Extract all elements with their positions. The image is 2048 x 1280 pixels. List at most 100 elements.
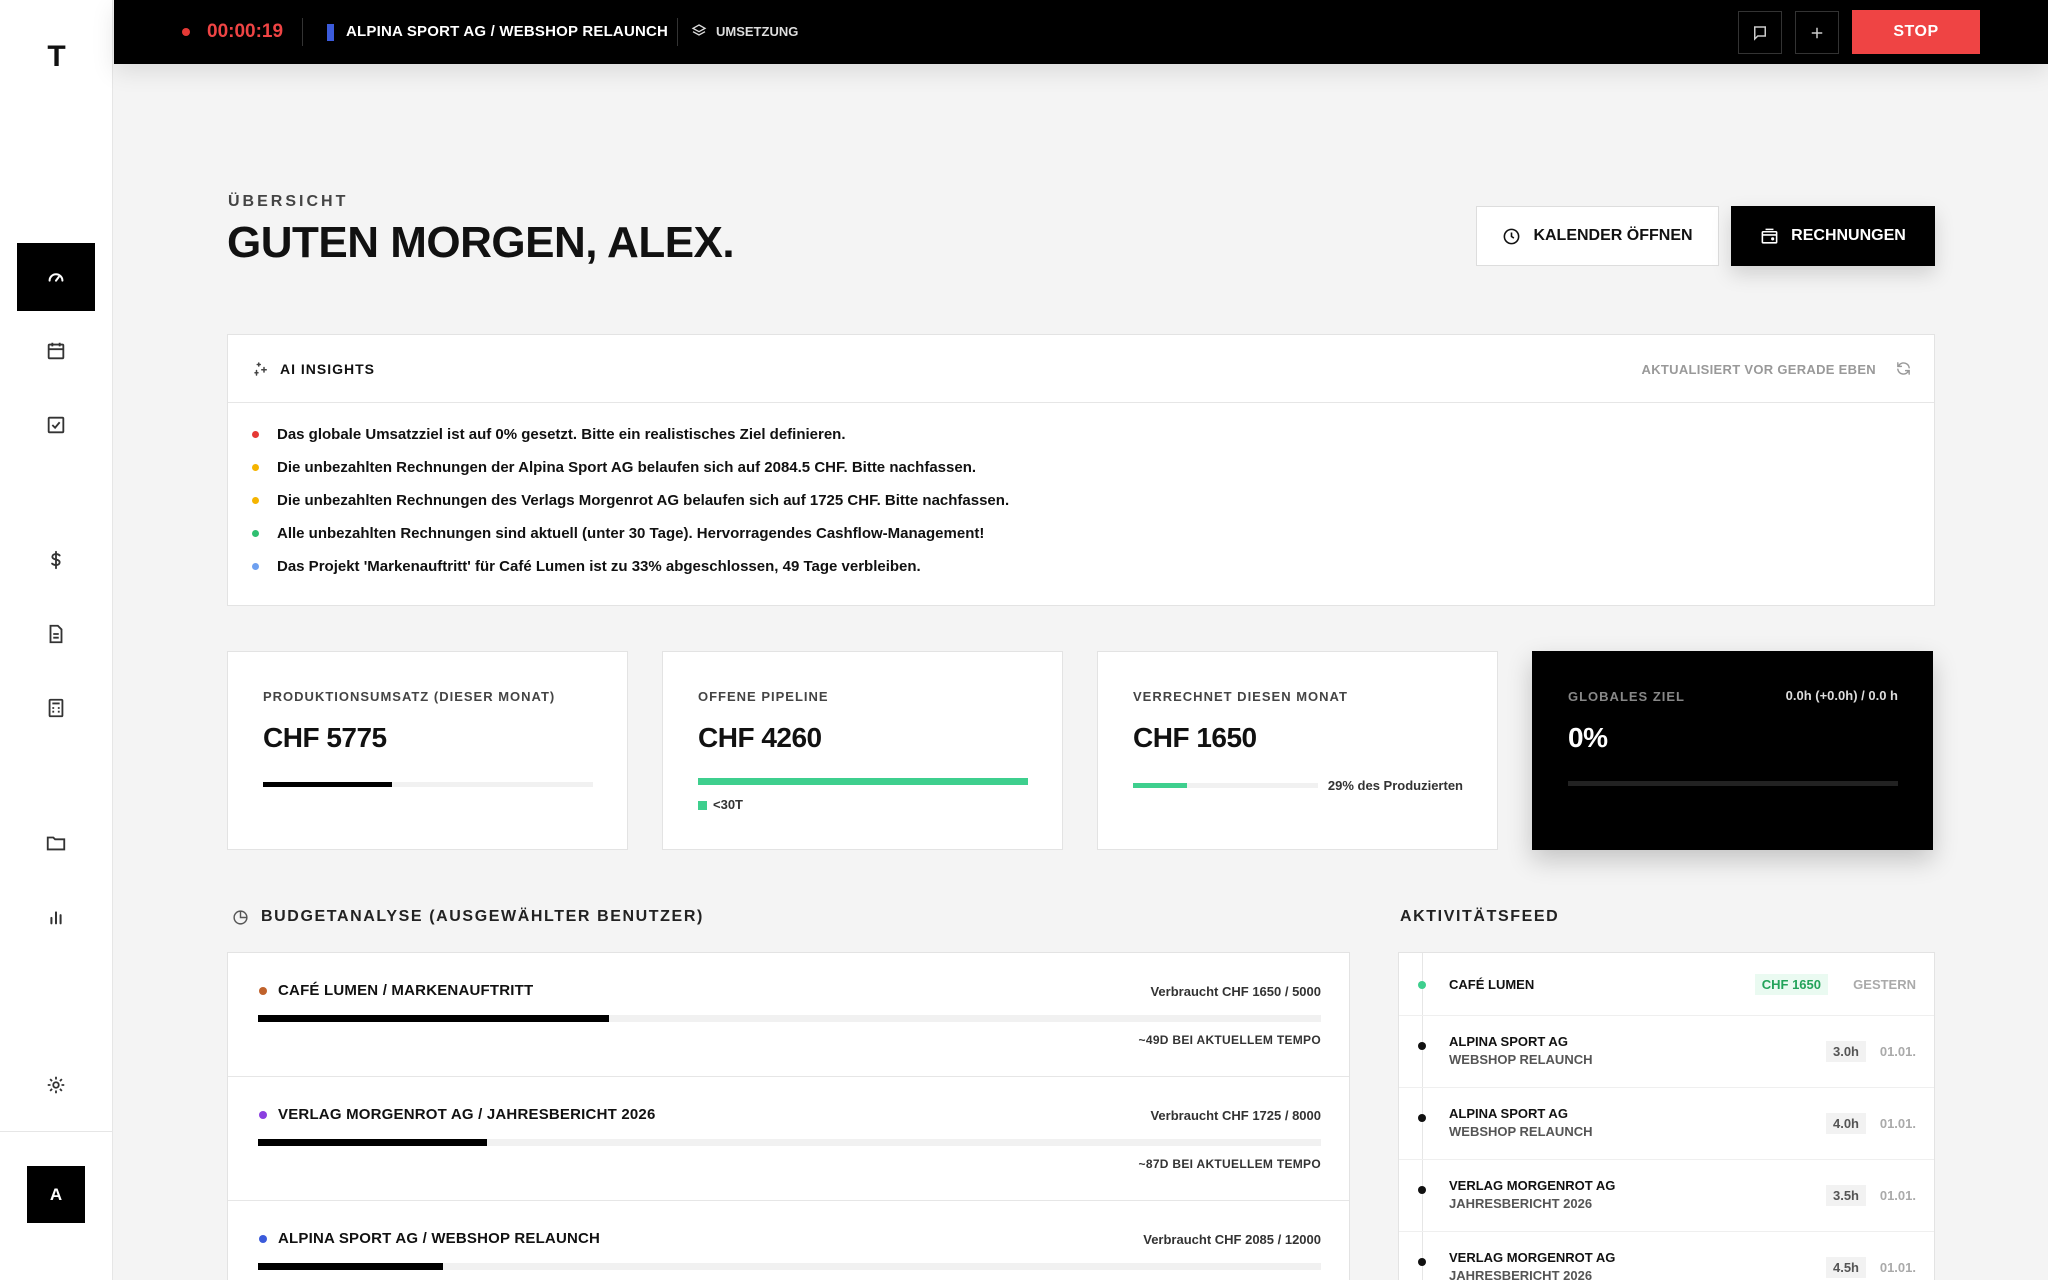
billed-progress-fill — [1133, 783, 1187, 788]
topbar-divider — [302, 18, 303, 46]
feed-item-title: ALPINA SPORT AG — [1449, 1106, 1568, 1121]
invoices-label: RECHNUNGEN — [1791, 227, 1906, 244]
stat-value: CHF 4260 — [698, 722, 822, 753]
feed-timeline-dot — [1418, 1114, 1426, 1122]
budget-row[interactable]: VERLAG MORGENROT AG / JAHRESBERICHT 2026… — [228, 1077, 1349, 1201]
sidebar-item-projects[interactable] — [17, 809, 95, 877]
insight-item: Alle unbezahlten Rechnungen sind aktuell… — [252, 525, 984, 542]
feed-item-tag: 4.5h — [1825, 1257, 1866, 1278]
pipeline-legend-label: <30T — [713, 797, 743, 812]
ai-insights-header: AI INSIGHTS AKTUALISIERT VOR GERADE EBEN — [228, 335, 1934, 403]
production-progress-bar — [263, 782, 593, 787]
feed-timeline-dot — [1418, 1258, 1426, 1266]
active-project[interactable]: ALPINA SPORT AG / WEBSHOP RELAUNCH — [346, 23, 668, 40]
checkbox-icon — [47, 416, 65, 434]
budget-project-name: ALPINA SPORT AG / WEBSHOP RELAUNCH — [278, 1230, 601, 1247]
feed-item-title: VERLAG MORGENROT AG — [1449, 1250, 1616, 1265]
budget-used: Verbraucht CHF 1725 / 8000 — [1150, 1108, 1321, 1123]
stat-label: PRODUKTIONSUMSATZ (DIESER MONAT) — [263, 689, 556, 704]
feed-item-date: 01.01. — [1879, 1260, 1916, 1275]
feed-item-subtitle: JAHRESBERICHT 2026 — [1449, 1268, 1593, 1280]
app-logo[interactable]: T — [0, 40, 113, 74]
budget-eta: ~49D BEI AKTUELLEM TEMPO — [1138, 1033, 1321, 1047]
stat-label: OFFENE PIPELINE — [698, 689, 829, 704]
stat-card-goal: GLOBALES ZIEL 0.0h (+0.0h) / 0.0 h 0% — [1532, 651, 1933, 850]
budget-progress-bar — [258, 1263, 1321, 1270]
ai-insights-updated: AKTUALISIERT VOR GERADE EBEN — [1641, 362, 1876, 377]
avatar[interactable]: A — [27, 1166, 85, 1223]
ai-insights-panel: AI INSIGHTS AKTUALISIERT VOR GERADE EBEN… — [227, 334, 1935, 606]
budget-section-title: BUDGETANALYSE (AUSGEWÄHLTER BENUTZER) — [261, 908, 704, 925]
insight-text: Das globale Umsatzziel ist auf 0% gesetz… — [277, 426, 846, 443]
stat-value: CHF 5775 — [263, 722, 387, 753]
wallet-icon — [1761, 228, 1778, 244]
insight-item: Die unbezahlten Rechnungen des Verlags M… — [252, 492, 1009, 509]
feed-item-tag: CHF 1650 — [1754, 973, 1828, 995]
sidebar-item-reports[interactable] — [17, 883, 95, 951]
insight-status-dot — [252, 563, 259, 570]
plus-icon — [1811, 27, 1823, 38]
active-phase[interactable]: UMSETZUNG — [716, 24, 798, 39]
budget-used: Verbraucht CHF 1650 / 5000 — [1150, 984, 1321, 999]
feed-item[interactable]: ALPINA SPORT AG WEBSHOP RELAUNCH 4.0h 01.01… — [1399, 1088, 1934, 1160]
feed-item-tag: 3.5h — [1825, 1185, 1866, 1206]
stat-label: GLOBALES ZIEL — [1568, 689, 1685, 704]
budget-panel: CAFÉ LUMEN / MARKENAUFTRITT Verbraucht CH… — [227, 952, 1350, 1280]
feed-item-title: VERLAG MORGENROT AG — [1449, 1178, 1616, 1193]
calendar-icon — [47, 342, 65, 360]
feed-item-tag: 3.0h — [1825, 1041, 1866, 1062]
sidebar-item-dashboard[interactable] — [17, 243, 95, 311]
sidebar-item-calendar[interactable] — [17, 317, 95, 385]
feed-timeline-dot — [1418, 1042, 1426, 1050]
recording-indicator — [182, 28, 190, 36]
page-eyebrow: ÜBERSICHT — [228, 193, 349, 210]
budget-row[interactable]: CAFÉ LUMEN / MARKENAUFTRITT Verbraucht CH… — [228, 953, 1349, 1077]
stat-card-production: PRODUKTIONSUMSATZ (DIESER MONAT) CHF 577… — [227, 651, 628, 850]
sidebar: T A — [0, 0, 113, 1280]
sidebar-item-finance[interactable] — [17, 526, 95, 594]
invoices-button[interactable]: RECHNUNGEN — [1731, 206, 1935, 266]
insight-status-dot — [252, 464, 259, 471]
insight-text: Die unbezahlten Rechnungen des Verlags M… — [277, 492, 1010, 509]
feed-item[interactable]: CAFÉ LUMEN CHF 1650 GESTERN — [1399, 953, 1934, 1016]
feed-item[interactable]: ALPINA SPORT AG WEBSHOP RELAUNCH 3.0h 01.01… — [1399, 1016, 1934, 1088]
insight-text: Die unbezahlten Rechnungen der Alpina Sp… — [277, 459, 977, 476]
sidebar-item-calculator[interactable] — [17, 674, 95, 742]
feed-item-subtitle: WEBSHOP RELAUNCH — [1449, 1124, 1593, 1139]
feed-item-title: ALPINA SPORT AG — [1449, 1034, 1568, 1049]
refresh-icon[interactable] — [1895, 360, 1912, 377]
open-calendar-button[interactable]: KALENDER ÖFFNEN — [1476, 206, 1719, 266]
feed-item-date: 01.01. — [1879, 1188, 1916, 1203]
billed-note: 29% des Produzierten — [1327, 778, 1463, 793]
sparkles-icon — [254, 362, 267, 376]
feed-item[interactable]: VERLAG MORGENROT AG JAHRESBERICHT 2026 4.5… — [1399, 1232, 1934, 1280]
project-color-marker — [327, 24, 334, 41]
insight-text: Alle unbezahlten Rechnungen sind aktuell… — [277, 525, 985, 542]
speedometer-icon — [48, 273, 64, 282]
layers-icon — [691, 24, 707, 36]
stop-button[interactable]: STOP — [1852, 10, 1980, 54]
budget-progress-fill — [258, 1263, 443, 1270]
goal-progress-bar — [1568, 781, 1898, 786]
budget-progress-fill — [258, 1139, 487, 1146]
sidebar-item-tasks[interactable] — [17, 391, 95, 459]
comment-button[interactable] — [1738, 11, 1782, 54]
feed-timeline-dot — [1418, 1186, 1426, 1194]
production-progress-fill — [263, 782, 392, 787]
activity-feed-title: AKTIVITÄTSFEED — [1400, 908, 1560, 925]
sidebar-item-settings[interactable] — [17, 1051, 95, 1119]
sidebar-divider — [0, 1131, 113, 1132]
goal-detail: 0.0h (+0.0h) / 0.0 h — [1785, 688, 1898, 703]
feed-item-subtitle: JAHRESBERICHT 2026 — [1449, 1196, 1593, 1211]
bar-chart-icon — [50, 911, 62, 925]
project-color-dot — [259, 1111, 267, 1119]
add-entry-button[interactable] — [1795, 11, 1839, 54]
feed-item[interactable]: VERLAG MORGENROT AG JAHRESBERICHT 2026 3.5… — [1399, 1160, 1934, 1232]
dollar-icon — [51, 550, 61, 570]
budget-eta: ~87D BEI AKTUELLEM TEMPO — [1138, 1157, 1321, 1171]
budget-row[interactable]: ALPINA SPORT AG / WEBSHOP RELAUNCH Verbra… — [228, 1201, 1349, 1280]
budget-progress-bar — [258, 1015, 1321, 1022]
pipeline-progress-bar — [698, 778, 1028, 785]
feed-item-date: 01.01. — [1879, 1044, 1916, 1059]
sidebar-item-documents[interactable] — [17, 600, 95, 668]
